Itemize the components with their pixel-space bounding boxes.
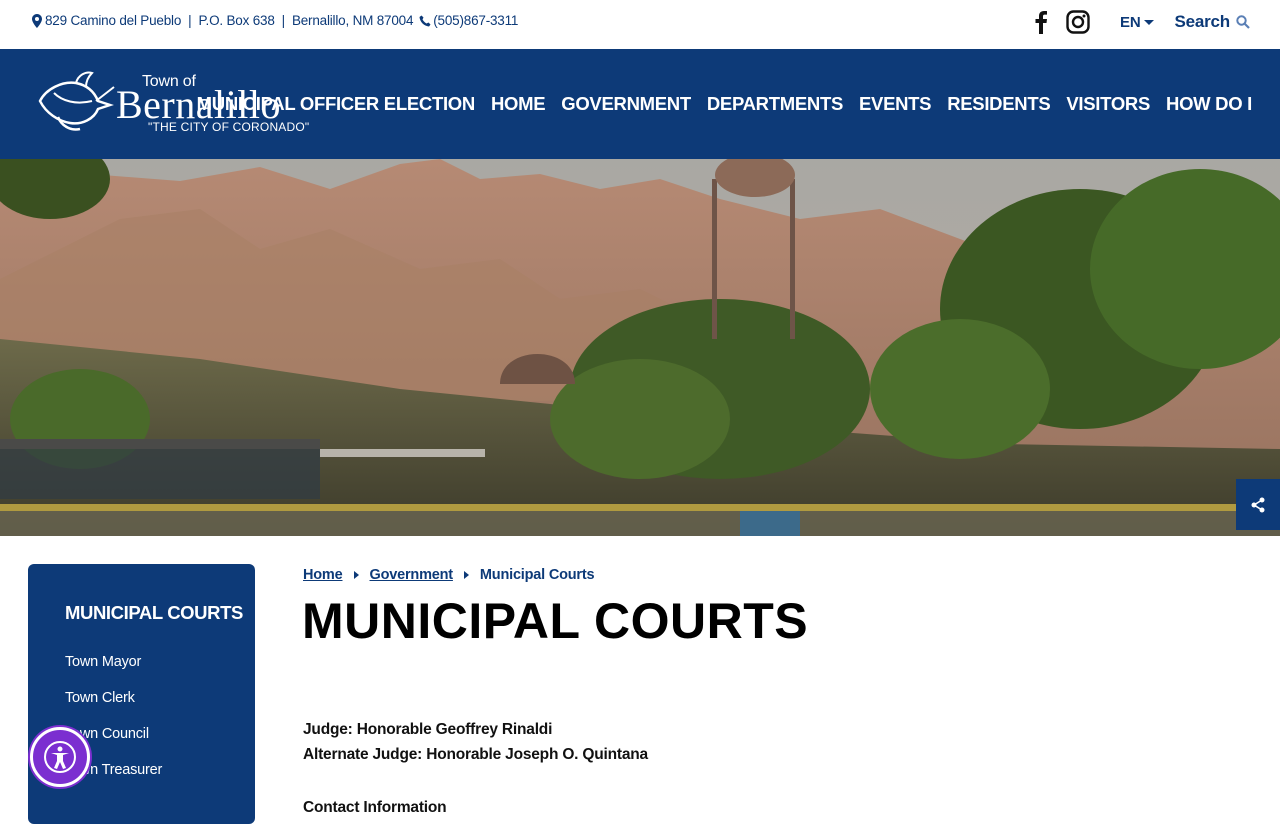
share-icon (1251, 497, 1265, 512)
nav-how-do-i[interactable]: HOW DO I (1166, 93, 1252, 115)
accessibility-button[interactable] (30, 727, 90, 787)
facebook-icon[interactable] (1034, 10, 1048, 34)
landscape-illustration (0, 159, 1280, 536)
sidebar-item-town-mayor[interactable]: Town Mayor (65, 654, 255, 690)
po-box-text: P.O. Box 638 (198, 13, 275, 28)
search-label: Search (1174, 12, 1230, 31)
nav-events[interactable]: EVENTS (859, 93, 932, 115)
sidebar-item-town-council[interactable]: Town Council (65, 726, 255, 762)
court-info: Judge: Honorable Geoffrey Rinaldi Altern… (303, 717, 648, 820)
alternate-judge-text: Alternate Judge: Honorable Joseph O. Qui… (303, 746, 648, 763)
main-nav: MUNICIPAL OFFICER ELECTION HOME GOVERNME… (181, 93, 1253, 115)
judge-text: Judge: Honorable Geoffrey Rinaldi (303, 721, 553, 738)
nav-visitors[interactable]: VISITORS (1066, 93, 1150, 115)
address-text: 829 Camino del Pueblo (45, 13, 182, 28)
language-selector[interactable]: EN (1120, 13, 1155, 31)
breadcrumb: Home Government Municipal Courts (303, 567, 595, 583)
page-title: MUNICIPAL COURTS (302, 593, 809, 649)
breadcrumb-home[interactable]: Home (303, 567, 343, 583)
logo-tagline: "THE CITY OF CORONADO" (148, 120, 310, 134)
nav-home[interactable]: HOME (491, 93, 546, 115)
phone-link[interactable]: (505)867-3311 (433, 13, 518, 28)
chevron-right-icon (463, 571, 469, 579)
language-label: EN (1120, 13, 1141, 31)
breadcrumb-government[interactable]: Government (370, 567, 454, 583)
sidebar-title: MUNICIPAL COURTS (65, 602, 243, 623)
share-button[interactable] (1236, 479, 1280, 530)
nav-departments[interactable]: DEPARTMENTS (707, 93, 843, 115)
contact-heading: Contact Information (303, 799, 447, 816)
site-header: Town of Bernalillo "THE CITY OF CORONADO… (0, 49, 1280, 159)
city-text: Bernalillo, NM 87004 (291, 13, 414, 28)
nav-residents[interactable]: RESIDENTS (947, 93, 1050, 115)
nav-government[interactable]: GOVERNMENT (561, 93, 691, 115)
hero-image (0, 159, 1280, 536)
top-utility-bar: 829 Camino del Pueblo | P.O. Box 638 | B… (0, 0, 1280, 49)
contact-info: 829 Camino del Pueblo | P.O. Box 638 | B… (32, 13, 518, 28)
sidebar-item-town-clerk[interactable]: Town Clerk (65, 690, 255, 726)
chevron-right-icon (353, 571, 359, 579)
map-pin-icon (32, 13, 42, 28)
nav-municipal-officer-election[interactable]: MUNICIPAL OFFICER ELECTION (197, 93, 476, 115)
breadcrumb-current: Municipal Courts (479, 567, 595, 583)
chevron-down-icon (1144, 19, 1155, 25)
sidebar-list: Town Mayor Town Clerk Town Council Town … (65, 654, 255, 798)
topbar-actions: EN Search (1034, 10, 1250, 34)
conquistador-helmet-icon (38, 71, 115, 131)
search-button[interactable]: Search (1174, 12, 1250, 32)
search-icon (1236, 15, 1250, 29)
instagram-icon[interactable] (1066, 10, 1090, 34)
sidebar-item-town-treasurer[interactable]: Town Treasurer (65, 762, 255, 798)
phone-icon (419, 15, 431, 26)
accessibility-icon (44, 741, 76, 773)
